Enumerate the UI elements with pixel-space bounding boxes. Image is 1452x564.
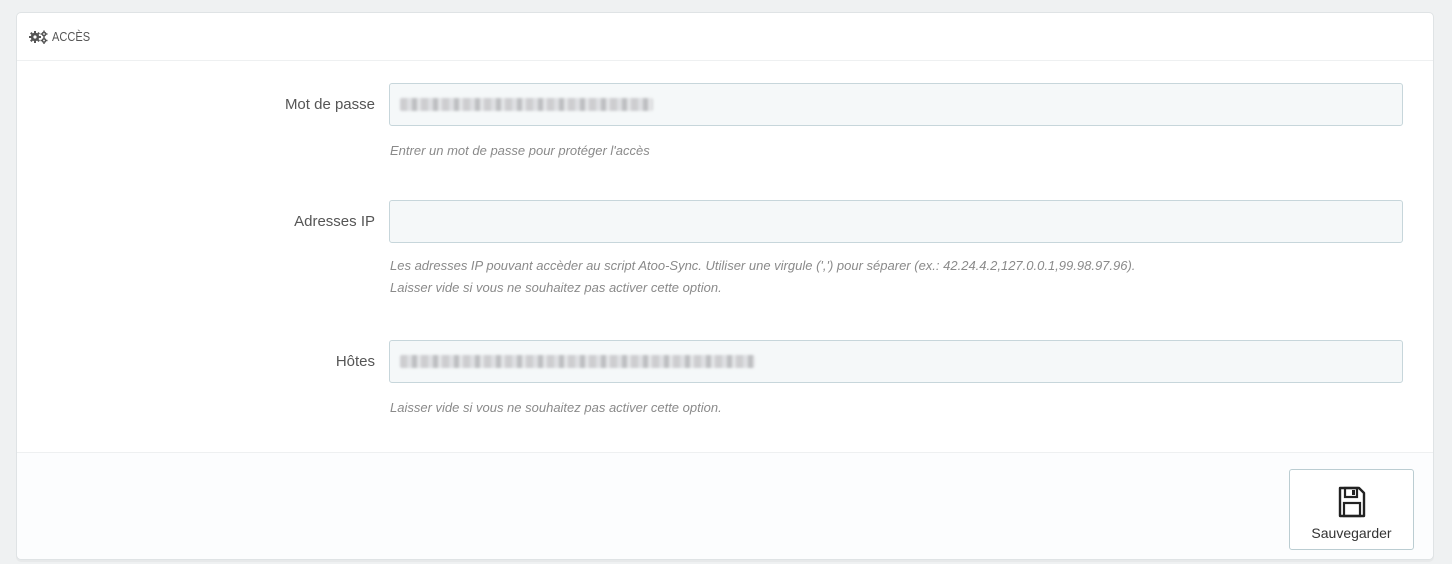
hosts-input[interactable] bbox=[389, 340, 1403, 383]
ip-label: Adresses IP bbox=[294, 213, 375, 230]
panel-heading: ACCÈS bbox=[17, 13, 1433, 61]
save-button-label: Sauvegarder bbox=[1311, 525, 1392, 541]
password-value-redacted bbox=[400, 98, 653, 111]
panel-title: ACCÈS bbox=[52, 29, 91, 44]
ip-help-line1: Les adresses IP pouvant accèder au scrip… bbox=[390, 258, 1136, 273]
panel-footer: Sauvegarder bbox=[17, 452, 1433, 559]
cogs-icon bbox=[29, 30, 48, 44]
hosts-label: Hôtes bbox=[335, 353, 375, 370]
access-panel: ACCÈS Mot de passe Entrer un mot de pass… bbox=[16, 12, 1434, 560]
password-label: Mot de passe bbox=[284, 96, 375, 113]
save-button[interactable]: Sauvegarder bbox=[1289, 469, 1414, 550]
floppy-disk-icon bbox=[1338, 486, 1365, 518]
password-help: Entrer un mot de passe pour protéger l'a… bbox=[390, 143, 650, 158]
hosts-help: Laisser vide si vous ne souhaitez pas ac… bbox=[390, 400, 722, 415]
ip-help-line2: Laisser vide si vous ne souhaitez pas ac… bbox=[390, 280, 722, 295]
ip-input[interactable] bbox=[389, 200, 1403, 243]
password-input[interactable] bbox=[389, 83, 1403, 126]
hosts-value-redacted bbox=[400, 355, 755, 368]
